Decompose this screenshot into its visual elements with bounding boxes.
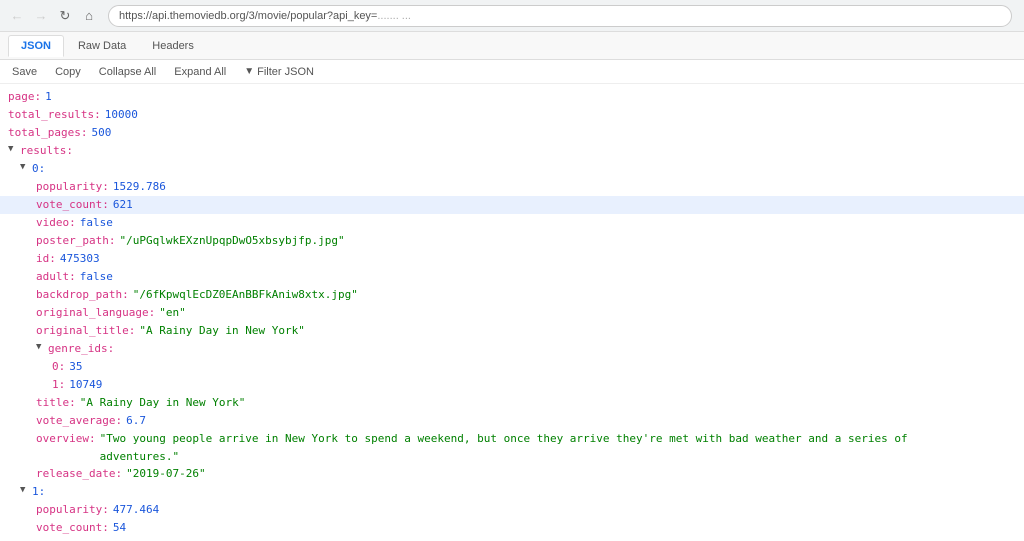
browser-bar: ← → ↻ ⌂ https://api.themoviedb.org/3/mov… <box>0 0 1024 32</box>
refresh-button[interactable]: ↻ <box>56 7 74 25</box>
item1-vote-count-key: vote_count: <box>36 519 109 537</box>
json-results-row: results: <box>0 142 1024 160</box>
video-value: false <box>80 214 113 232</box>
id-value: 475303 <box>60 250 100 268</box>
forward-button[interactable]: → <box>32 7 50 25</box>
url-text: https://api.themoviedb.org/3/movie/popul… <box>119 10 377 22</box>
copy-button[interactable]: Copy <box>51 65 85 79</box>
total-pages-key: total_pages: <box>8 124 87 142</box>
item1-vote-count-value: 54 <box>113 519 126 537</box>
json-popularity-row: popularity: 1529.786 <box>0 178 1024 196</box>
json-genre-ids-row: genre_ids: <box>0 340 1024 358</box>
item1-video-key: video: <box>36 537 76 541</box>
json-genre-1-row: 1: 10749 <box>0 376 1024 394</box>
total-results-key: total_results: <box>8 106 101 124</box>
tab-bar: JSON Raw Data Headers <box>0 32 1024 60</box>
popularity-value: 1529.786 <box>113 178 166 196</box>
back-button[interactable]: ← <box>8 7 26 25</box>
genre-ids-key: genre_ids: <box>48 340 114 358</box>
json-release-date-row: release_date: "2019-07-26" <box>0 465 1024 483</box>
expand-all-button[interactable]: Expand All <box>170 65 230 79</box>
json-item1-vote-count-row: vote_count: 54 <box>0 519 1024 537</box>
json-page-row: page: 1 <box>0 88 1024 106</box>
home-button[interactable]: ⌂ <box>80 7 98 25</box>
id-key: id: <box>36 250 56 268</box>
original-title-key: original_title: <box>36 322 135 340</box>
results-key: results: <box>20 142 73 160</box>
item1-video-value: false <box>80 537 113 541</box>
json-content: page: 1 total_results: 10000 total_pages… <box>0 84 1024 541</box>
total-results-value: 10000 <box>105 106 138 124</box>
adult-value: false <box>80 268 113 286</box>
filter-json-label: Filter JSON <box>257 66 314 78</box>
filter-json-button[interactable]: ▼ Filter JSON <box>244 66 314 78</box>
poster-path-key: poster_path: <box>36 232 115 250</box>
tab-headers[interactable]: Headers <box>140 36 206 56</box>
json-id-row: id: 475303 <box>0 250 1024 268</box>
item0-collapse-arrow[interactable] <box>20 160 30 174</box>
original-lang-value: "en" <box>159 304 186 322</box>
release-date-value: "2019-07-26" <box>126 465 205 483</box>
json-vote-avg-row: vote_average: 6.7 <box>0 412 1024 430</box>
item1-popularity-value: 477.464 <box>113 501 159 519</box>
json-overview-row: overview: "Two young people arrive in Ne… <box>0 430 1024 465</box>
vote-count-key: vote_count: <box>36 196 109 214</box>
item0-index: 0: <box>32 160 45 178</box>
genre-1-value: 10749 <box>69 376 102 394</box>
tab-json[interactable]: JSON <box>8 35 64 57</box>
vote-avg-key: vote_average: <box>36 412 122 430</box>
overview-value: "Two young people arrive in New York to … <box>100 430 950 465</box>
release-date-key: release_date: <box>36 465 122 483</box>
item1-popularity-key: popularity: <box>36 501 109 519</box>
item1-index: 1: <box>32 483 45 501</box>
json-item0-row: 0: <box>0 160 1024 178</box>
json-item1-video-row: video: false <box>0 537 1024 541</box>
video-key: video: <box>36 214 76 232</box>
json-adult-row: adult: false <box>0 268 1024 286</box>
title-value: "A Rainy Day in New York" <box>80 394 246 412</box>
genre-0-key: 0: <box>52 358 65 376</box>
genre-0-value: 35 <box>69 358 82 376</box>
collapse-all-button[interactable]: Collapse All <box>95 65 160 79</box>
json-original-title-row: original_title: "A Rainy Day in New York… <box>0 322 1024 340</box>
backdrop-value: "/6fKpwqlEcDZ0EAnBBFkAniw8xtx.jpg" <box>133 286 358 304</box>
json-vote-count-row: vote_count: 621 <box>0 196 1024 214</box>
toolbar: Save Copy Collapse All Expand All ▼ Filt… <box>0 60 1024 84</box>
json-item1-popularity-row: popularity: 477.464 <box>0 501 1024 519</box>
vote-count-value: 621 <box>113 196 133 214</box>
url-bar[interactable]: https://api.themoviedb.org/3/movie/popul… <box>108 5 1012 27</box>
overview-key: overview: <box>36 430 96 448</box>
json-genre-0-row: 0: 35 <box>0 358 1024 376</box>
page-key: page: <box>8 88 41 106</box>
genre-ids-collapse[interactable] <box>36 340 46 354</box>
json-total-results-row: total_results: 10000 <box>0 106 1024 124</box>
original-lang-key: original_language: <box>36 304 155 322</box>
poster-path-value: "/uPGqlwkEXznUpqpDwO5xbsybjfp.jpg" <box>119 232 344 250</box>
page-value: 1 <box>45 88 52 106</box>
json-poster-path-row: poster_path: "/uPGqlwkEXznUpqpDwO5xbsybj… <box>0 232 1024 250</box>
title-key: title: <box>36 394 76 412</box>
json-backdrop-row: backdrop_path: "/6fKpwqlEcDZ0EAnBBFkAniw… <box>0 286 1024 304</box>
url-suffix: ....... ... <box>377 10 411 22</box>
save-button[interactable]: Save <box>8 65 41 79</box>
json-original-lang-row: original_language: "en" <box>0 304 1024 322</box>
item1-collapse-arrow[interactable] <box>20 483 30 497</box>
json-item1-row: 1: <box>0 483 1024 501</box>
tab-raw-data[interactable]: Raw Data <box>66 36 138 56</box>
json-title-row: title: "A Rainy Day in New York" <box>0 394 1024 412</box>
filter-icon: ▼ <box>244 66 254 77</box>
genre-1-key: 1: <box>52 376 65 394</box>
adult-key: adult: <box>36 268 76 286</box>
backdrop-key: backdrop_path: <box>36 286 129 304</box>
results-collapse-arrow[interactable] <box>8 142 18 156</box>
popularity-key: popularity: <box>36 178 109 196</box>
total-pages-value: 500 <box>91 124 111 142</box>
vote-avg-value: 6.7 <box>126 412 146 430</box>
json-video-row: video: false <box>0 214 1024 232</box>
original-title-value: "A Rainy Day in New York" <box>139 322 305 340</box>
json-total-pages-row: total_pages: 500 <box>0 124 1024 142</box>
